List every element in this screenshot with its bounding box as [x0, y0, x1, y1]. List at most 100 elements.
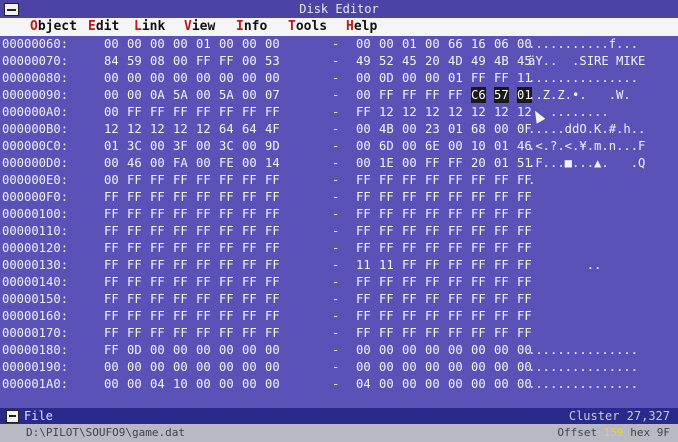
hex-byte[interactable]: 00	[104, 376, 119, 392]
hex-byte[interactable]: FF	[150, 104, 165, 120]
hex-byte[interactable]: 20	[425, 53, 440, 69]
hex-byte[interactable]: FF	[356, 172, 371, 188]
hex-row[interactable]: 00000180: FF 0D 00 00 00 00 00 00 00 00 00 00 00 00 00 0…	[0, 342, 678, 358]
hex-byte[interactable]: 00	[494, 359, 509, 375]
hex-byte[interactable]: FF	[242, 240, 257, 256]
hex-byte[interactable]: 04	[356, 376, 371, 392]
hex-byte[interactable]: 00	[104, 70, 119, 86]
hex-byte[interactable]: 00	[379, 36, 394, 52]
hex-byte[interactable]: FF	[356, 104, 371, 120]
hex-byte[interactable]: FF	[471, 325, 486, 341]
hex-byte[interactable]: 00	[150, 70, 165, 86]
hex-byte[interactable]: 00	[265, 70, 280, 86]
hex-byte[interactable]: 00	[196, 342, 211, 358]
hex-byte[interactable]: 00	[242, 138, 257, 154]
hex-byte[interactable]: FF	[402, 308, 417, 324]
hex-row[interactable]: 00000090: 00 00 0A 5A 00 5A 00 07 00 FF FF FF FF C6 57 0…	[0, 87, 678, 103]
hex-byte[interactable]: 0D	[379, 70, 394, 86]
hex-byte[interactable]: FF	[173, 274, 188, 290]
hex-byte[interactable]: FF	[471, 206, 486, 222]
hex-byte[interactable]: FF	[127, 240, 142, 256]
hex-byte[interactable]: FF	[425, 189, 440, 205]
hex-byte[interactable]: FF	[494, 274, 509, 290]
hex-byte[interactable]: 1E	[379, 155, 394, 171]
hex-byte[interactable]: FF	[265, 206, 280, 222]
hex-byte[interactable]: 84	[104, 53, 119, 69]
hex-byte[interactable]: 00	[425, 376, 440, 392]
hex-byte[interactable]: 3C	[219, 138, 234, 154]
hex-byte[interactable]: 00	[150, 36, 165, 52]
hex-byte[interactable]: 00	[150, 138, 165, 154]
hex-byte[interactable]: FF	[425, 206, 440, 222]
hex-byte[interactable]: FF	[402, 189, 417, 205]
hex-byte[interactable]: 00	[402, 342, 417, 358]
hex-byte[interactable]: FF	[356, 308, 371, 324]
hex-byte[interactable]: FF	[425, 240, 440, 256]
hex-byte[interactable]: FF	[494, 257, 509, 273]
hex-byte[interactable]: FF	[402, 223, 417, 239]
hex-byte[interactable]: 12	[471, 104, 486, 120]
hex-row[interactable]: 00000130: FF FF FF FF FF FF FF FF 11 11 FF FF FF FF FF F…	[0, 257, 678, 273]
hex-byte[interactable]: 4B	[494, 53, 509, 69]
ascii-column[interactable]: .<.?.<.¥.m.n...F	[528, 138, 645, 154]
hex-byte[interactable]: FF	[494, 70, 509, 86]
hex-byte[interactable]: FF	[494, 223, 509, 239]
hex-byte[interactable]: FF	[196, 104, 211, 120]
hex-byte[interactable]: 00	[265, 36, 280, 52]
menu-item-edit[interactable]: Edit	[88, 18, 119, 36]
hex-byte[interactable]: FF	[425, 308, 440, 324]
hex-byte[interactable]: FF	[242, 189, 257, 205]
hex-byte[interactable]: 00	[494, 121, 509, 137]
hex-byte[interactable]: FF	[104, 308, 119, 324]
hex-byte[interactable]: 00	[150, 342, 165, 358]
ascii-column[interactable]: ...........f...	[528, 36, 638, 52]
hex-byte[interactable]: FF	[448, 308, 463, 324]
hex-row[interactable]: 00000080: 00 00 00 00 00 00 00 00 00 0D 00 00 01 FF FF 1…	[0, 70, 678, 86]
hex-byte[interactable]: FF	[265, 257, 280, 273]
hex-byte[interactable]: 00	[196, 70, 211, 86]
hex-byte[interactable]: 00	[104, 36, 119, 52]
hex-row[interactable]: 00000140: FF FF FF FF FF FF FF FF FF FF FF FF FF FF FF F…	[0, 274, 678, 290]
hex-byte[interactable]: FF	[494, 308, 509, 324]
hex-byte[interactable]: 00	[104, 155, 119, 171]
hex-byte[interactable]: 00	[448, 342, 463, 358]
hex-byte[interactable]: FF	[265, 325, 280, 341]
hex-byte[interactable]: 01	[196, 36, 211, 52]
hex-byte[interactable]: 00	[448, 359, 463, 375]
hex-byte[interactable]: 00	[127, 36, 142, 52]
hex-byte[interactable]: 11	[356, 257, 371, 273]
hex-byte[interactable]: FF	[494, 172, 509, 188]
hex-row[interactable]: 000000A0: 00 FF FF FF FF FF FF FF FF 12 12 12 12 12 12 1…	[0, 104, 678, 120]
hex-byte[interactable]: FF	[448, 274, 463, 290]
hex-byte[interactable]: 12	[173, 121, 188, 137]
hex-byte[interactable]: FF	[448, 206, 463, 222]
hex-byte[interactable]: FF	[173, 325, 188, 341]
hex-byte[interactable]: FF	[448, 325, 463, 341]
hex-byte[interactable]: 01	[494, 138, 509, 154]
hex-byte[interactable]: FF	[104, 257, 119, 273]
hex-byte[interactable]: 11	[379, 257, 394, 273]
hex-byte[interactable]: 6E	[425, 138, 440, 154]
hex-byte[interactable]: 01	[402, 36, 417, 52]
hex-byte[interactable]: FF	[448, 172, 463, 188]
hex-byte[interactable]: FF	[196, 240, 211, 256]
hex-byte[interactable]: FF	[150, 325, 165, 341]
hex-byte[interactable]: 00	[219, 70, 234, 86]
hex-byte[interactable]: 00	[425, 36, 440, 52]
hex-byte[interactable]: FF	[150, 291, 165, 307]
hex-row[interactable]: 000000D0: 00 46 00 FA 00 FE 00 14 00 1E 00 FF FF 20 01 5…	[0, 155, 678, 171]
hex-byte[interactable]: FF	[471, 70, 486, 86]
hex-byte[interactable]: 00	[196, 359, 211, 375]
hex-byte[interactable]: FF	[219, 53, 234, 69]
hex-byte[interactable]: 00	[425, 342, 440, 358]
hex-byte[interactable]: 00	[356, 121, 371, 137]
hex-byte[interactable]: FF	[471, 308, 486, 324]
hex-byte[interactable]: FF	[196, 223, 211, 239]
hex-byte[interactable]: 59	[127, 53, 142, 69]
hex-byte[interactable]: FF	[402, 206, 417, 222]
hex-byte[interactable]: FF	[265, 189, 280, 205]
ascii-column[interactable]: ...............	[528, 342, 638, 358]
hex-byte[interactable]: FF	[104, 291, 119, 307]
hex-byte[interactable]: FF	[425, 223, 440, 239]
hex-byte[interactable]: 12	[448, 104, 463, 120]
